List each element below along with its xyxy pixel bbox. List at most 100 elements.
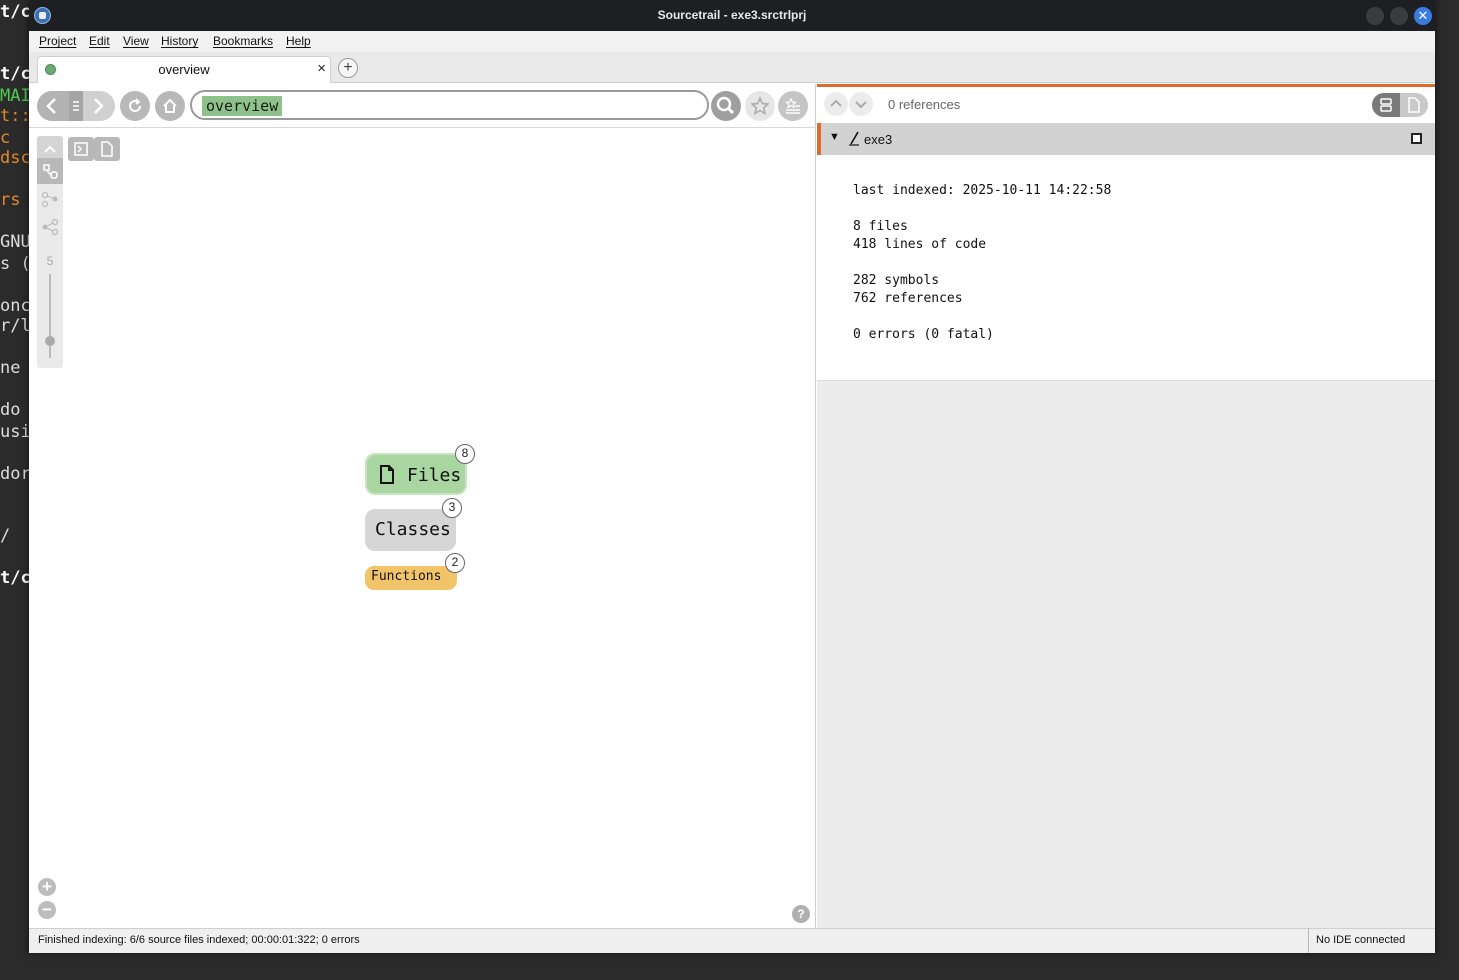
functions-count-badge: 2 [445, 553, 465, 573]
menu-project[interactable]: Project [39, 34, 76, 48]
history-nav-group [37, 91, 115, 121]
info-references: 762 references [853, 291, 963, 306]
refresh-button[interactable] [120, 91, 150, 121]
new-tab-button[interactable]: + [338, 58, 358, 78]
menu-bookmarks[interactable]: Bookmarks [213, 34, 273, 48]
terminal-line: dsc [0, 148, 30, 168]
status-bar: Finished indexing: 6/6 source files inde… [29, 928, 1435, 953]
minimize-button[interactable] [1366, 7, 1384, 25]
search-token[interactable]: overview [202, 96, 283, 116]
functions-node-label: Functions [371, 569, 442, 584]
code-header: 0 references [817, 87, 1435, 123]
graph-tree-icon [42, 218, 59, 236]
bookmark-list-button[interactable] [778, 91, 808, 121]
forward-button[interactable] [83, 91, 115, 121]
history-list-button[interactable] [69, 91, 83, 121]
classes-count-badge: 3 [442, 498, 462, 518]
graph-tools-panel: 5 [37, 136, 63, 368]
previous-reference-button[interactable] [824, 92, 848, 116]
menu-help[interactable]: Help [286, 34, 311, 48]
close-window-button[interactable]: ✕ [1414, 7, 1432, 25]
files-node[interactable]: Files 8 [365, 444, 475, 495]
file-icon [380, 465, 394, 484]
file-icon [1408, 97, 1420, 113]
star-icon [750, 96, 770, 116]
collapse-triangle-icon[interactable]: ▼ [829, 131, 840, 143]
group-by-file-button[interactable] [37, 158, 63, 184]
chevron-right-icon [94, 98, 104, 114]
snippets-icon [1380, 98, 1392, 112]
code-view-mode-toggle [1372, 93, 1428, 117]
terminal-line: c [0, 128, 11, 148]
single-file-mode-button[interactable] [1400, 93, 1428, 117]
terminal-line: s ( [0, 254, 30, 274]
home-icon [163, 98, 177, 113]
chevron-up-icon [830, 99, 842, 107]
tab-close-icon[interactable]: × [317, 60, 326, 77]
info-files: 8 files [853, 219, 908, 234]
menu-history[interactable]: History [161, 34, 198, 48]
refresh-icon [129, 98, 142, 112]
list-icon [73, 101, 79, 111]
search-bar: overview [29, 84, 816, 128]
zoom-in-button[interactable]: + [38, 878, 56, 896]
title-bar[interactable]: Sourcetrail - exe3.srctrlprj ✕ [29, 0, 1435, 31]
reference-count: 0 references [888, 97, 961, 112]
files-node-label: Files [407, 465, 462, 486]
snippet-mode-button[interactable] [1372, 93, 1400, 117]
menu-view[interactable]: View [123, 34, 149, 48]
files-count-badge: 8 [455, 444, 475, 464]
project-info: last indexed: 2025-10-11 14:22:58 8 file… [817, 155, 1435, 381]
code-pane: 0 references ▼ exe3 last indexed: 2025-1… [817, 84, 1435, 928]
terminal-line: usi [0, 422, 30, 442]
search-input[interactable]: overview [190, 90, 709, 120]
zoom-out-button[interactable]: − [38, 901, 56, 919]
show-file-button[interactable] [94, 137, 120, 161]
terminal-line: t/c [0, 64, 30, 84]
graph-pane: overview 5 Files 8 Classes 3 Functions 2… [29, 84, 816, 928]
file-header[interactable]: ▼ exe3 [817, 123, 1435, 155]
tab-label: overview [158, 62, 210, 77]
depth-slider-handle[interactable] [45, 336, 55, 346]
home-button[interactable] [155, 91, 185, 121]
help-button[interactable]: ? [792, 905, 810, 923]
terminal-line: do [0, 400, 21, 420]
show-code-button[interactable] [68, 137, 94, 161]
back-button[interactable] [37, 91, 69, 121]
terminal-line: MAI [0, 86, 30, 106]
terminal-line: GNU [0, 232, 30, 252]
terminal-line: / [0, 526, 11, 546]
group-icon [43, 164, 58, 179]
search-icon [716, 96, 735, 115]
maximize-file-icon[interactable] [1411, 133, 1422, 144]
functions-node[interactable]: Functions 2 [365, 553, 465, 590]
terminal-line: t/c [0, 568, 30, 588]
menu-bar: Project Edit View History Bookmarks Help [29, 31, 1435, 52]
bookmark-button[interactable] [745, 91, 775, 121]
menu-edit[interactable]: Edit [89, 34, 110, 48]
chevron-left-icon [46, 98, 56, 114]
terminal-line: dor [0, 464, 30, 484]
status-message[interactable]: Finished indexing: 6/6 source files inde… [38, 934, 360, 946]
tab-bar: overview × + [29, 52, 1435, 83]
background-terminal: t/c t/c MAI t:: c dsc rs GNU s ( onc r/l… [0, 0, 30, 980]
classes-node-label: Classes [375, 519, 451, 540]
depth-value: 5 [46, 254, 54, 268]
info-errors: 0 errors (0 fatal) [853, 327, 994, 342]
file-icon [101, 141, 113, 157]
maximize-button[interactable] [1390, 7, 1408, 25]
search-button[interactable] [711, 91, 741, 121]
sourcetrail-window: Sourcetrail - exe3.srctrlprj ✕ Project E… [29, 0, 1435, 953]
terminal-line: onc [0, 296, 30, 316]
ide-status: No IDE connected [1308, 929, 1405, 953]
layout-horizontal-button[interactable] [37, 186, 63, 212]
terminal-line: t/c [0, 2, 30, 22]
info-last-indexed: last indexed: 2025-10-11 14:22:58 [853, 183, 1112, 198]
layout-vertical-button[interactable] [37, 214, 63, 240]
terminal-line: r/l [0, 316, 30, 336]
next-reference-button[interactable] [849, 92, 873, 116]
window-title: Sourcetrail - exe3.srctrlprj [657, 8, 807, 22]
file-name: exe3 [864, 132, 893, 147]
tab-overview[interactable]: overview × [37, 56, 331, 83]
classes-node[interactable]: Classes 3 [365, 498, 462, 551]
